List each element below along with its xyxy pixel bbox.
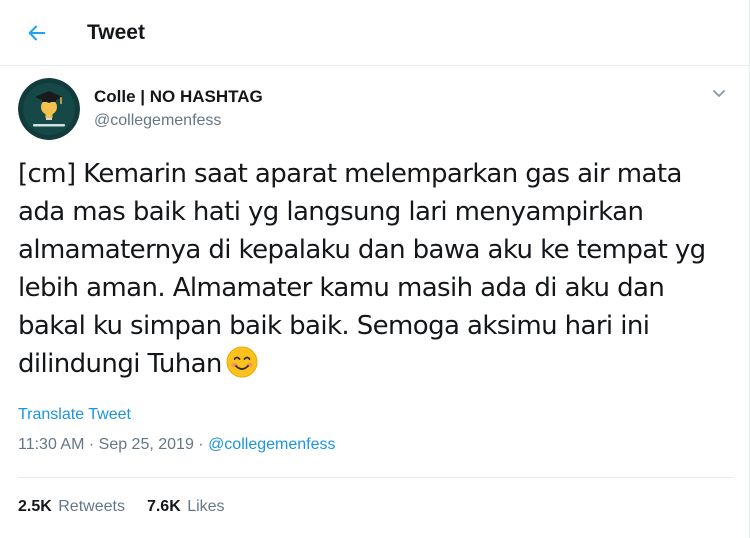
tweet-time[interactable]: 11:30 AM [18, 436, 84, 453]
likes-stat[interactable]: 7.6K Likes [147, 496, 225, 518]
engagement-stats: 2.5K Retweets 7.6K Likes [18, 496, 247, 518]
source-link[interactable]: @collegemenfess [208, 436, 335, 453]
tweet-last-line: dilindungi Tuhan [18, 345, 733, 389]
likes-count: 7.6K [146, 498, 181, 515]
tweet-line: almamaternya di kepalaku dan bawa aku ke… [18, 235, 706, 265]
arrow-left-icon [28, 25, 46, 41]
graduation-cap-lightbulb-icon [18, 78, 80, 140]
tweet-text: [cm] Kemarin saat aparat melemparkan gas… [18, 155, 733, 389]
tweet-line: [cm] Kemarin saat aparat melemparkan gas… [18, 159, 682, 189]
translate-tweet-link[interactable]: Translate Tweet [18, 405, 131, 425]
smiling-face-emoji-icon [226, 346, 258, 389]
chevron-down-icon [713, 90, 725, 97]
author-handle[interactable]: @collegemenfess [94, 111, 221, 131]
page-title: Tweet [87, 21, 145, 44]
meta-separator: · [193, 436, 209, 453]
tweet-line: lebih aman. Almamater kamu masih ada di … [18, 273, 665, 303]
author-name[interactable]: Colle | NO HASHTAG [94, 87, 263, 107]
tweet-line: bakal ku simpan baik baik. Semoga aksimu… [18, 311, 650, 341]
more-options-button[interactable] [709, 84, 729, 104]
tweet-detail-view: Tweet Colle | NO HASHTAG @collegemenfess… [0, 0, 750, 538]
meta-separator: · [84, 436, 99, 453]
tweet-line: ada mas baik hati yg langsung lari menya… [18, 197, 644, 227]
retweets-stat[interactable]: 2.5K Retweets [18, 496, 125, 518]
retweets-count: 2.5K [18, 498, 52, 515]
avatar[interactable] [18, 78, 80, 140]
page-header: Tweet [0, 0, 749, 66]
likes-label: Likes [187, 498, 225, 515]
back-button[interactable] [20, 16, 54, 50]
tweet-line: dilindungi Tuhan [18, 349, 222, 379]
divider [18, 477, 733, 478]
tweet-date[interactable]: Sep 25, 2019 [99, 436, 194, 453]
tweet-metadata: 11:30 AM · Sep 25, 2019 · @collegemenfes… [18, 434, 335, 456]
retweets-label: Retweets [58, 498, 125, 515]
